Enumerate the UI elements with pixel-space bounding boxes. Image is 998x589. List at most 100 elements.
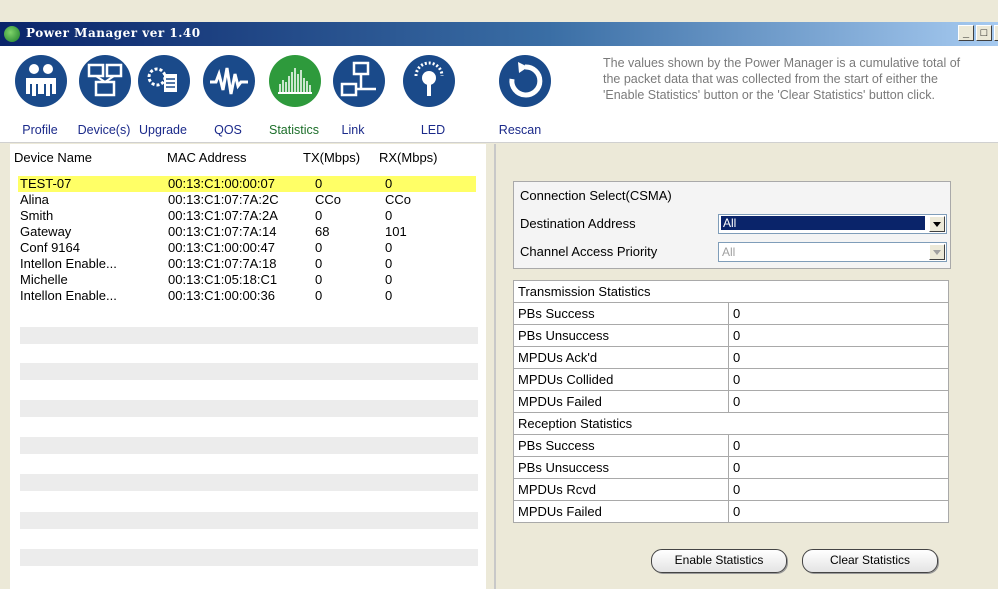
device-mac: 00:13:C1:07:7A:14	[168, 224, 277, 239]
device-tx: 0	[315, 240, 323, 255]
device-row[interactable]: Gateway 00:13:C1:07:7A:14 68 101	[18, 224, 476, 240]
statistics-panel: Connection Select(CSMA) Destination Addr…	[496, 144, 998, 589]
device-rx: 0	[385, 288, 393, 303]
device-rx: 101	[385, 224, 407, 239]
device-rx: CCo	[385, 192, 412, 207]
stat-label: PBs Unsuccess	[513, 324, 729, 347]
connection-select-group: Connection Select(CSMA) Destination Addr…	[513, 181, 951, 269]
destination-address-value: All	[721, 216, 925, 230]
device-mac: 00:13:C1:07:7A:18	[168, 256, 277, 271]
chevron-down-icon[interactable]	[929, 244, 945, 260]
device-tx: 0	[315, 288, 323, 303]
empty-row-stripe	[20, 437, 478, 454]
connection-select-title: Connection Select(CSMA)	[520, 188, 672, 203]
stats-row: PBs Unsuccess 0	[513, 324, 949, 347]
upgrade-icon	[138, 55, 190, 107]
device-tx: 0	[315, 208, 323, 223]
device-name: TEST-07	[20, 176, 72, 191]
led-bulb-icon	[403, 55, 455, 107]
maximize-button[interactable]: □	[976, 25, 992, 41]
device-mac: 00:13:C1:00:00:07	[168, 176, 275, 191]
empty-row-stripe	[20, 327, 478, 344]
stat-value: 0	[728, 434, 949, 457]
toolbar: Profile Device(s) Upgrade QOS Statistics…	[0, 46, 998, 143]
column-rx[interactable]: RX(Mbps)	[379, 150, 438, 165]
toolbar-label: QOS	[214, 123, 242, 137]
toolbar-rescan-button[interactable]: Rescan	[492, 50, 556, 138]
minimize-button[interactable]: _	[958, 25, 974, 41]
device-row[interactable]: Intellon Enable... 00:13:C1:07:7A:18 0 0	[18, 256, 476, 272]
window-title: Power Manager ver 1.40	[26, 26, 201, 40]
close-button[interactable]: x	[994, 25, 998, 41]
device-mac: 00:13:C1:05:18:C1	[168, 272, 278, 287]
toolbar-upgrade-button[interactable]: Upgrade	[131, 50, 195, 138]
toolbar-label: Link	[341, 123, 365, 137]
network-link-icon	[333, 55, 385, 107]
enable-statistics-button[interactable]: Enable Statistics	[651, 549, 787, 573]
stat-label: PBs Success	[513, 302, 729, 325]
stat-value: 0	[728, 456, 949, 479]
stat-value: 0	[728, 368, 949, 391]
device-tx: 68	[315, 224, 330, 239]
stat-value: 0	[728, 302, 949, 325]
reception-statistics-title: Reception Statistics	[513, 412, 949, 435]
device-rx: 0	[385, 208, 393, 223]
toolbar-label: Device(s)	[77, 123, 131, 137]
destination-address-select[interactable]: All	[718, 214, 947, 234]
empty-row-stripe	[20, 474, 478, 491]
toolbar-led-button[interactable]: LED	[396, 50, 460, 138]
device-name: Michelle	[20, 272, 68, 287]
column-device-name[interactable]: Device Name	[14, 150, 92, 165]
stat-label: MPDUs Ack'd	[513, 346, 729, 369]
stats-row: MPDUs Failed 0	[513, 500, 949, 523]
clear-statistics-button[interactable]: Clear Statistics	[802, 549, 938, 573]
stat-label: PBs Unsuccess	[513, 456, 729, 479]
toolbar-profile-button[interactable]: Profile	[8, 50, 72, 138]
chevron-down-icon[interactable]	[929, 216, 945, 232]
stat-label: MPDUs Failed	[513, 500, 729, 523]
toolbar-label: LED	[420, 123, 446, 137]
channel-access-priority-value: All	[722, 245, 736, 259]
device-name: Intellon Enable...	[20, 256, 117, 271]
stat-label: MPDUs Collided	[513, 368, 729, 391]
device-name: Gateway	[20, 224, 72, 239]
device-row[interactable]: Smith 00:13:C1:07:7A:2A 0 0	[18, 208, 476, 224]
device-list-header: Device Name MAC Address TX(Mbps) RX(Mbps…	[10, 147, 486, 165]
device-rx: 0	[385, 256, 393, 271]
device-mac: 00:13:C1:07:7A:2C	[168, 192, 279, 207]
device-row[interactable]: Conf 9164 00:13:C1:00:00:47 0 0	[18, 240, 476, 256]
toolbar-qos-button[interactable]: QOS	[196, 50, 260, 138]
column-tx[interactable]: TX(Mbps)	[303, 150, 360, 165]
destination-address-label: Destination Address	[520, 216, 636, 231]
stat-value: 0	[728, 478, 949, 501]
toolbar-label: Profile	[22, 123, 58, 137]
stat-value: 0	[728, 500, 949, 523]
app-globe-icon	[4, 26, 20, 42]
stats-row: MPDUs Failed 0	[513, 390, 949, 413]
statistics-table: Transmission Statistics PBs Success 0 PB…	[513, 280, 949, 523]
device-name: Smith	[20, 208, 54, 223]
stat-label: PBs Success	[513, 434, 729, 457]
device-row[interactable]: Intellon Enable... 00:13:C1:00:00:36 0 0	[18, 288, 476, 304]
column-mac-address[interactable]: MAC Address	[167, 150, 246, 165]
channel-access-priority-select[interactable]: All	[718, 242, 947, 262]
device-row[interactable]: TEST-07 00:13:C1:00:00:07 0 0	[18, 176, 476, 192]
toolbar-devices-button[interactable]: Device(s)	[72, 50, 136, 138]
device-row[interactable]: Michelle 00:13:C1:05:18:C1 0 0	[18, 272, 476, 288]
device-row[interactable]: Alina 00:13:C1:07:7A:2C CCo CCo	[18, 192, 476, 208]
bar-graph-icon	[269, 55, 321, 107]
device-mac: 00:13:C1:07:7A:2A	[168, 208, 278, 223]
stat-value: 0	[728, 390, 949, 413]
title-bar: Power Manager ver 1.40 _ □ x	[0, 22, 998, 46]
stat-value: 0	[728, 324, 949, 347]
device-mac: 00:13:C1:00:00:36	[168, 288, 275, 303]
device-mac: 00:13:C1:00:00:47	[168, 240, 275, 255]
channel-access-priority-label: Channel Access Priority	[520, 244, 658, 259]
device-rx: 0	[385, 272, 393, 287]
devices-icon	[79, 55, 131, 107]
stats-section-row: Reception Statistics	[513, 412, 949, 435]
device-name: Alina	[20, 192, 49, 207]
stats-section-row: Transmission Statistics	[513, 280, 949, 303]
transmission-statistics-title: Transmission Statistics	[513, 280, 949, 303]
toolbar-link-button[interactable]: Link	[326, 50, 390, 138]
